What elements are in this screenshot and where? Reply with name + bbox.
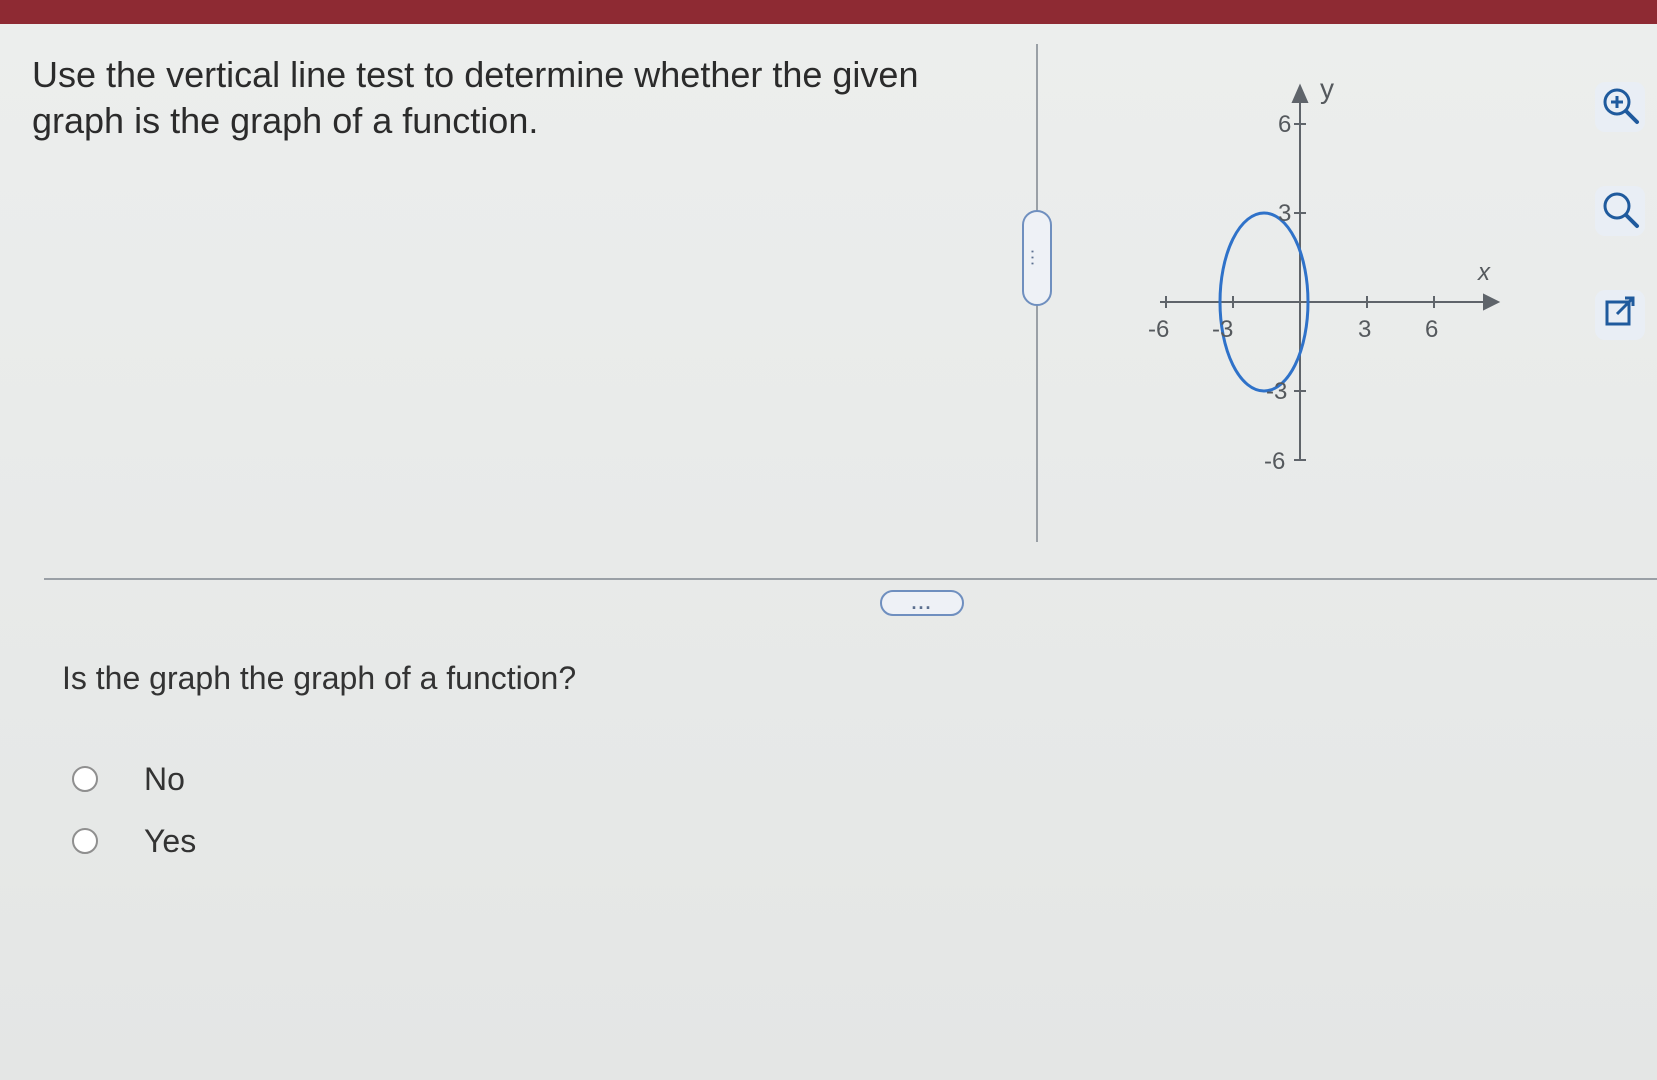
answer-option-yes[interactable]: Yes: [72, 810, 432, 872]
radio-yes[interactable]: [72, 828, 98, 854]
answer-option-label: Yes: [144, 822, 197, 859]
horizontal-divider: [44, 578, 1657, 580]
horizontal-resize-handle[interactable]: ...: [880, 590, 964, 616]
popout-button[interactable]: [1595, 290, 1645, 340]
y-tick-label-minus-3: -3: [1266, 378, 1287, 405]
y-tick-label-minus-6: -6: [1264, 448, 1285, 475]
zoom-out-button[interactable]: [1595, 186, 1645, 236]
popout-icon: [1599, 292, 1641, 339]
zoom-in-button[interactable]: [1595, 82, 1645, 132]
zoom-out-icon: [1599, 188, 1641, 235]
radio-no[interactable]: [72, 766, 98, 792]
x-tick-label-minus-6: -6: [1148, 316, 1169, 343]
zoom-in-icon: [1599, 84, 1641, 131]
answer-options: No Yes: [72, 748, 432, 872]
x-tick-label-minus-3: -3: [1212, 316, 1233, 343]
x-tick-label-6: 6: [1425, 316, 1438, 343]
grid-ticks: [1160, 83, 1501, 461]
y-tick-label-6: 6: [1278, 111, 1291, 138]
answer-prompt: Is the graph the graph of a function?: [62, 660, 577, 696]
answer-option-label: No: [144, 760, 185, 797]
horizontal-handle-dots: ...: [911, 593, 933, 613]
answer-option-no[interactable]: No: [72, 748, 432, 810]
y-axis-arrow: [1291, 83, 1309, 103]
y-tick-label-3: 3: [1278, 200, 1291, 227]
x-axis-arrow: [1483, 293, 1501, 311]
vertical-handle-dots: ...: [1027, 248, 1048, 267]
vertical-resize-handle[interactable]: ...: [1022, 210, 1052, 306]
x-axis-label: x: [1477, 259, 1491, 286]
browser-top-bar: [0, 0, 1657, 24]
graph-canvas: -6 -3 3 6 6 3 -3 -6 y x: [1148, 73, 1501, 475]
question-text: Use the vertical line test to determine …: [32, 54, 919, 141]
x-tick-label-3: 3: [1358, 316, 1371, 343]
graph-panel: -6 -3 3 6 6 3 -3 -6 y x: [1140, 73, 1560, 504]
y-axis-label: y: [1320, 73, 1334, 104]
